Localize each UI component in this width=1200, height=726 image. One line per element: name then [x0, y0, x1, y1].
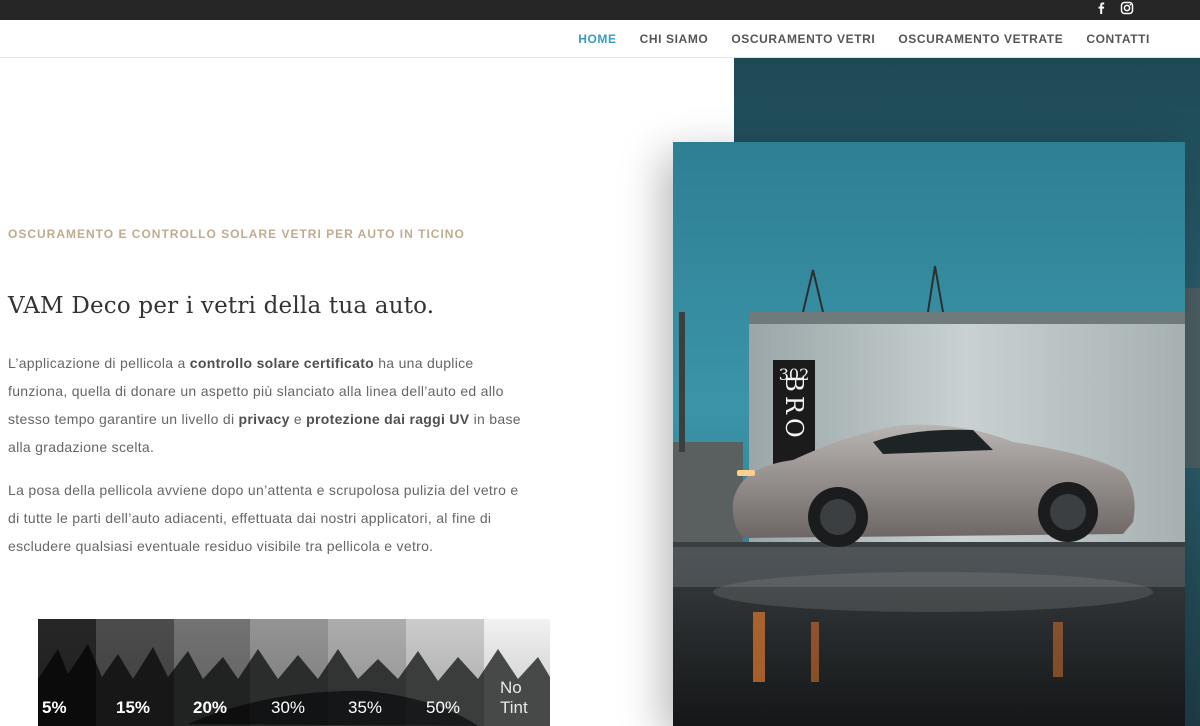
top-bar — [0, 0, 1200, 20]
nav-item-oscuramento-vetrate[interactable]: OSCURAMENTO VETRATE — [898, 32, 1063, 46]
tint-label-50: 50% — [426, 698, 461, 717]
nav-item-contatti[interactable]: CONTATTI — [1086, 32, 1150, 46]
main-navigation: HOME CHI SIAMO OSCURAMENTO VETRI OSCURAM… — [0, 20, 1200, 58]
tint-label-20: 20% — [193, 698, 228, 717]
nav-item-chi-siamo[interactable]: CHI SIAMO — [640, 32, 709, 46]
section-kicker: OSCURAMENTO E CONTROLLO SOLARE VETRI PER… — [8, 227, 465, 241]
tint-label-no-tint: No Tint — [500, 678, 528, 717]
nav-item-oscuramento-vetri[interactable]: OSCURAMENTO VETRI — [731, 32, 875, 46]
facebook-icon[interactable] — [1094, 1, 1108, 15]
tint-comparison-image: 5% 15% 20% 30% 35% 50% No Tint — [38, 619, 550, 726]
process-paragraph: La posa della pellicola avviene dopo un’… — [8, 482, 519, 554]
nav-item-home[interactable]: HOME — [578, 32, 616, 46]
instagram-icon[interactable] — [1120, 1, 1134, 15]
tint-labels: 5% 15% 20% 30% 35% 50% No Tint — [38, 678, 550, 718]
tint-label-15: 15% — [116, 698, 151, 717]
sign-letters: BRO — [780, 374, 808, 441]
tint-label-5: 5% — [42, 698, 67, 717]
car-photo: 302 BRO — [673, 142, 1185, 726]
intro-paragraph: L’applicazione di pellicola a controllo … — [8, 355, 521, 455]
page-title: VAM Deco per i vetri della tua auto. — [8, 293, 435, 319]
tint-label-30: 30% — [271, 698, 306, 717]
social-links — [1094, 1, 1134, 15]
tint-label-35: 35% — [348, 698, 383, 717]
nav-menu: HOME CHI SIAMO OSCURAMENTO VETRI OSCURAM… — [578, 20, 1150, 58]
